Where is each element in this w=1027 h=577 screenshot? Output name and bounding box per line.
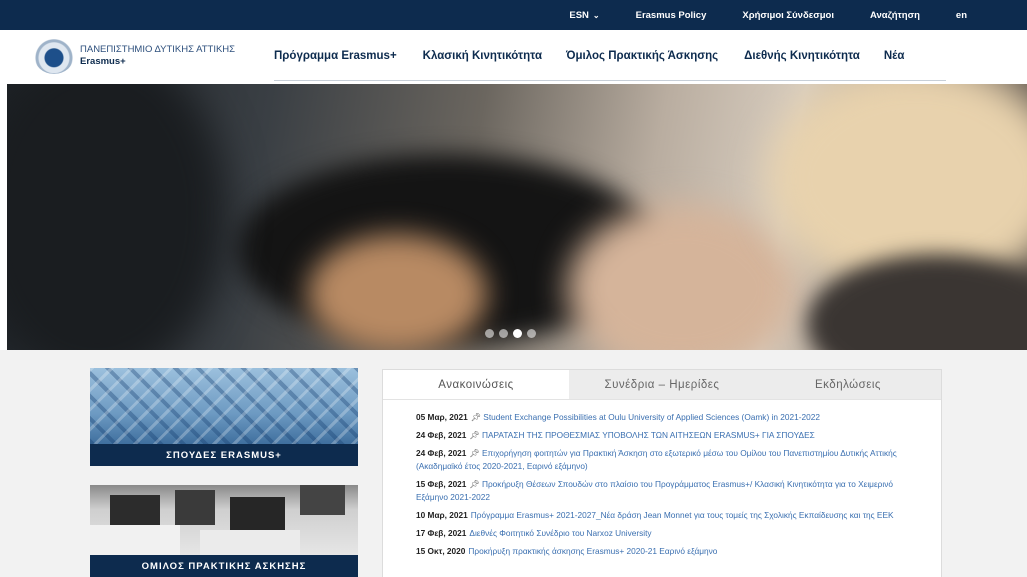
main-navigation: Πρόγραμμα Erasmus+ Κλασική Κινητικότητα … (274, 30, 904, 82)
esn-menu-link[interactable]: ESN ⌄ (569, 10, 599, 21)
university-seal-icon (34, 38, 74, 74)
announcement-link[interactable]: Προκήρυξη Θέσεων Σπουδών στο πλαίσιο του… (416, 479, 893, 502)
card-image (90, 485, 358, 555)
announcements-list: 05 Μαρ, 2021 📌︎ Student Exchange Possibili… (383, 400, 941, 558)
top-utility-bar: ESN ⌄ Erasmus Policy Χρήσιμοι Σύνδεσμοι … (0, 0, 1027, 30)
nav-item-erasmus-program[interactable]: Πρόγραμμα Erasmus+ (274, 50, 397, 62)
hero-photo-shape (307, 234, 487, 350)
announcement-item[interactable]: 15 Φεβ, 2021 📌︎ Προκήρυξη Θέσεων Σπουδών σ… (416, 478, 915, 504)
concrete-block-shape (175, 490, 215, 525)
utility-links: ESN ⌄ Erasmus Policy Χρήσιμοι Σύνδεσμοι … (569, 0, 967, 30)
nav-item-news[interactable]: Νέα (884, 50, 905, 62)
announcement-link[interactable]: Επιχορήγηση φοιτητών για Πρακτική Άσκηση… (416, 448, 897, 471)
slider-pagination (485, 329, 541, 338)
announcement-link[interactable]: Προκήρυξη πρακτικής άσκησης Erasmus+ 202… (468, 546, 717, 556)
announcement-item[interactable]: 24 Φεβ, 2021 📌︎ Επιχορήγηση φοιτητών για Π… (416, 447, 915, 473)
esn-label: ESN (569, 9, 589, 21)
announcement-date: 15 Φεβ, 2021 (416, 479, 467, 489)
site-logo[interactable]: ΠΑΝΕΠΙΣΤΗΜΙΟ ΔΥΤΙΚΗΣ ΑΤΤΙΚΗΣ Erasmus+ (34, 38, 235, 74)
slide-dot-active[interactable] (513, 329, 522, 338)
hero-photo-shape (7, 84, 227, 350)
logo-text: ΠΑΝΕΠΙΣΤΗΜΙΟ ΔΥΤΙΚΗΣ ΑΤΤΙΚΗΣ Erasmus+ (80, 44, 235, 68)
hero-slider-image (7, 84, 1027, 350)
tab-conferences[interactable]: Συνέδρια – Ημερίδες (569, 370, 755, 399)
announcement-date: 10 Μαρ, 2021 (416, 510, 468, 520)
pin-icon: 📌︎ (469, 448, 480, 458)
concrete-block-shape (300, 485, 345, 515)
erasmus-studies-card[interactable]: ΣΠΟΥΔΕΣ ERASMUS+ (90, 368, 358, 466)
nav-item-international-mobility[interactable]: Διεθνής Κινητικότητα (744, 50, 860, 62)
announcement-link[interactable]: Student Exchange Possibilities at Oulu U… (483, 412, 820, 422)
announcement-item[interactable]: 15 Οκτ, 2020 Προκήρυξη πρακτικής άσκησης … (416, 545, 915, 558)
announcement-link[interactable]: ΠΑΡΑΤΑΣΗ ΤΗΣ ΠΡΟΘΕΣΜΙΑΣ ΥΠΟΒΟΛΗΣ ΤΩΝ ΑΙΤ… (482, 430, 815, 440)
announcement-link[interactable]: Διεθνές Φοιτητικό Συνέδριο του Narxoz Un… (469, 528, 651, 538)
news-panel: Ανακοινώσεις Συνέδρια – Ημερίδες Εκδηλώσ… (382, 369, 942, 577)
nav-item-internship-consortium[interactable]: Όμιλος Πρακτικής Άσκησης (566, 50, 718, 62)
announcement-date: 17 Φεβ, 2021 (416, 528, 467, 538)
slide-dot[interactable] (485, 329, 494, 338)
concrete-block-shape (200, 530, 300, 555)
card-label: ΣΠΟΥΔΕΣ ERASMUS+ (90, 444, 358, 466)
announcement-item[interactable]: 05 Μαρ, 2021 📌︎ Student Exchange Possibili… (416, 411, 915, 424)
page: ESN ⌄ Erasmus Policy Χρήσιμοι Σύνδεσμοι … (0, 0, 1027, 577)
pin-icon: 📌︎ (470, 412, 482, 422)
announcement-link[interactable]: Πρόγραμμα Erasmus+ 2021-2027_Νέα δράση J… (471, 510, 894, 520)
pin-icon: 📌︎ (469, 430, 480, 440)
nav-divider (274, 80, 946, 81)
logo-subtitle: Erasmus+ (80, 56, 126, 67)
news-tabs: Ανακοινώσεις Συνέδρια – Ημερίδες Εκδηλώσ… (383, 370, 941, 400)
pin-icon: 📌︎ (469, 479, 480, 489)
site-header: ΠΑΝΕΠΙΣΤΗΜΙΟ ΔΥΤΙΚΗΣ ΑΤΤΙΚΗΣ Erasmus+ Πρ… (0, 30, 1027, 82)
nav-item-classic-mobility[interactable]: Κλασική Κινητικότητα (423, 50, 542, 62)
card-image (90, 368, 358, 444)
announcement-date: 15 Οκτ, 2020 (416, 546, 466, 556)
language-switch-link[interactable]: en (956, 10, 967, 21)
slide-dot[interactable] (499, 329, 508, 338)
slide-dot[interactable] (527, 329, 536, 338)
content-section: ΣΠΟΥΔΕΣ ERASMUS+ ΟΜΙΛΟΣ ΠΡΑΚΤΙΚΗΣ ΑΣΚΗΣΗ… (0, 350, 1027, 577)
chevron-down-icon: ⌄ (592, 10, 600, 20)
tab-announcements[interactable]: Ανακοινώσεις (383, 370, 569, 399)
tab-events[interactable]: Εκδηλώσεις (755, 370, 941, 399)
logo-title: ΠΑΝΕΠΙΣΤΗΜΙΟ ΔΥΤΙΚΗΣ ΑΤΤΙΚΗΣ (80, 44, 236, 55)
card-label: ΟΜΙΛΟΣ ΠΡΑΚΤΙΚΗΣ ΑΣΚΗΣΗΣ (90, 555, 358, 577)
announcement-date: 05 Μαρ, 2021 (416, 412, 468, 422)
concrete-block-shape (90, 525, 180, 555)
announcement-item[interactable]: 17 Φεβ, 2021 Διεθνές Φοιτητικό Συνέδριο τ… (416, 527, 915, 540)
erasmus-policy-link[interactable]: Erasmus Policy (636, 10, 707, 21)
internship-consortium-card[interactable]: ΟΜΙΛΟΣ ΠΡΑΚΤΙΚΗΣ ΑΣΚΗΣΗΣ (90, 485, 358, 577)
announcement-item[interactable]: 24 Φεβ, 2021 📌︎ ΠΑΡΑΤΑΣΗ ΤΗΣ ΠΡΟΘΕΣΜΙΑΣ ΥΠ… (416, 429, 915, 442)
search-link[interactable]: Αναζήτηση (870, 10, 920, 21)
announcement-date: 24 Φεβ, 2021 (416, 448, 467, 458)
announcement-date: 24 Φεβ, 2021 (416, 430, 467, 440)
announcement-item[interactable]: 10 Μαρ, 2021 Πρόγραμμα Erasmus+ 2021-2027… (416, 509, 915, 522)
useful-links-link[interactable]: Χρήσιμοι Σύνδεσμοι (742, 10, 834, 21)
